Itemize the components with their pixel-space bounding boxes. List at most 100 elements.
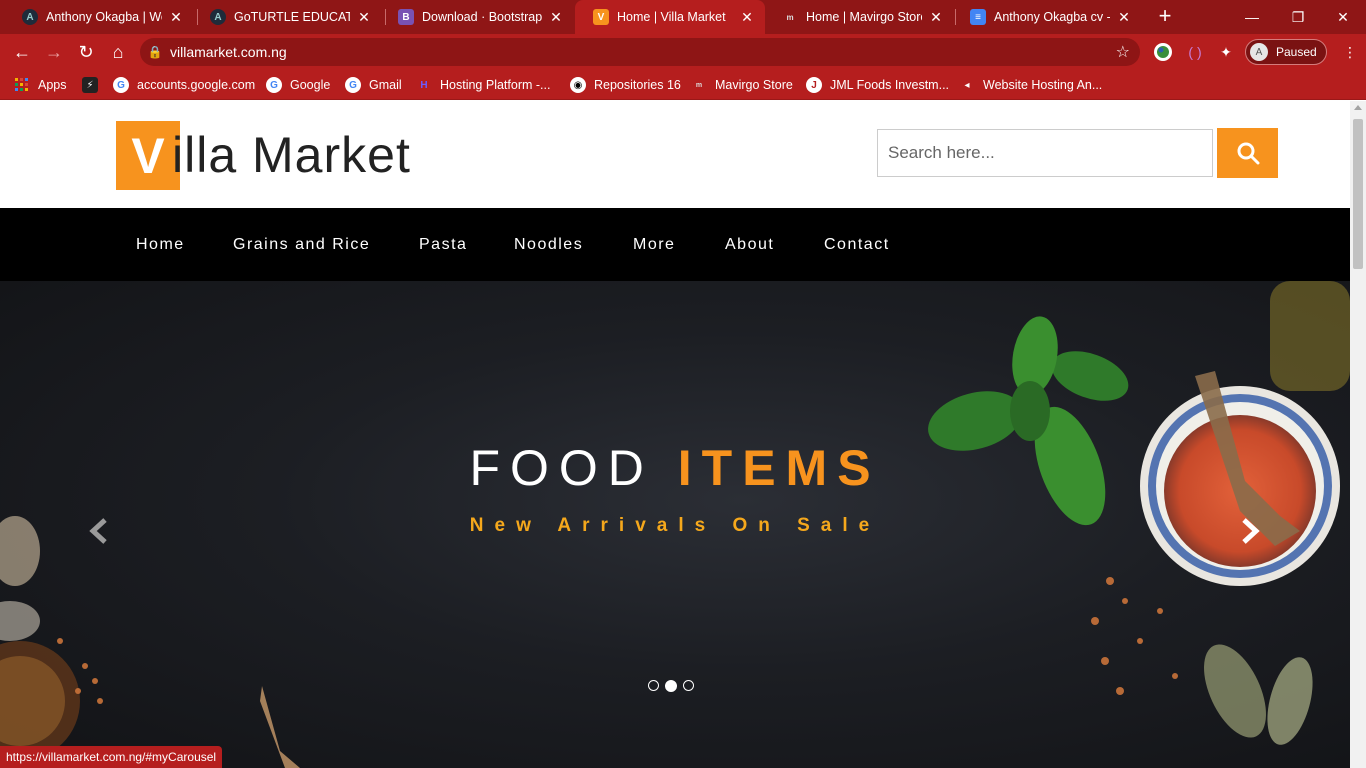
- tab-title: Anthony Okagba cv - G: [994, 10, 1110, 24]
- tab-3-active[interactable]: V Home | Villa Market ✕: [575, 0, 765, 34]
- close-icon[interactable]: ✕: [928, 9, 944, 26]
- restore-icon[interactable]: ❐: [1275, 0, 1321, 34]
- bookmark-label: accounts.google.com: [137, 78, 256, 92]
- tab-4[interactable]: m Home | Mavirgo Store ✕: [764, 0, 954, 34]
- close-icon[interactable]: ✕: [356, 9, 372, 26]
- close-icon[interactable]: ✕: [1116, 9, 1132, 26]
- tab-5[interactable]: ≡ Anthony Okagba cv - G ✕: [952, 0, 1142, 34]
- lock-icon[interactable]: 🔒: [140, 45, 170, 59]
- mavirgo-favicon-icon: m: [786, 12, 794, 22]
- search-icon: [1237, 142, 1259, 165]
- site-logo[interactable]: V illa Market: [116, 121, 411, 190]
- url-text: villamarket.com.ng: [170, 44, 287, 60]
- bootstrap-favicon-icon: B: [398, 9, 414, 25]
- bookmark-star-icon[interactable]: ☆: [1116, 42, 1130, 62]
- carousel-prev-arrow-icon[interactable]: [85, 516, 115, 546]
- bookmark-label: Website Hosting An...: [983, 78, 1103, 92]
- bookmark-label: Apps: [38, 78, 67, 92]
- page-scrollbar[interactable]: [1350, 101, 1366, 768]
- close-icon[interactable]: ✕: [739, 9, 755, 26]
- bookmark-repositories[interactable]: ◉ Repositories 16: [570, 70, 681, 100]
- scroll-up-arrow-icon[interactable]: [1354, 105, 1362, 110]
- bookmark-label: Mavirgo Store: [715, 78, 793, 92]
- nav-grains-and-rice[interactable]: Grains and Rice: [233, 208, 370, 281]
- window-close-icon[interactable]: ✕: [1320, 0, 1366, 34]
- carousel-dot-1[interactable]: [648, 680, 659, 691]
- close-icon[interactable]: ✕: [168, 9, 184, 26]
- link-status-bar: https://villamarket.com.ng/#myCarousel: [0, 746, 223, 768]
- address-bar[interactable]: 🔒 villamarket.com.ng ☆: [140, 38, 1140, 66]
- profile-status: Paused: [1276, 45, 1317, 59]
- jml-icon: J: [806, 77, 822, 93]
- tab-0[interactable]: A Anthony Okagba | Web ✕: [4, 0, 194, 34]
- bookmark-label: Gmail: [369, 78, 402, 92]
- avatar: A: [1250, 43, 1268, 61]
- bookmark-apps[interactable]: Apps: [14, 70, 67, 100]
- nav-more[interactable]: More: [633, 208, 675, 281]
- github-icon: ◉: [570, 77, 586, 93]
- logo-letter-box: V: [116, 121, 180, 190]
- reload-icon[interactable]: ↻: [74, 40, 98, 64]
- tab-title: Download · Bootstrap v: [422, 10, 542, 24]
- nav-contact[interactable]: Contact: [824, 208, 890, 281]
- logo-text: illa Market: [172, 127, 411, 183]
- villa-market-favicon-icon: V: [593, 9, 609, 25]
- bookmark-website-hosting[interactable]: ◂ Website Hosting An...: [959, 70, 1102, 100]
- hero-title: FOOD ITEMS: [0, 439, 1350, 497]
- hero-carousel: FOOD ITEMS New Arrivals On Sale: [0, 281, 1350, 768]
- hero-title-accent: ITEMS: [677, 440, 881, 496]
- scrollbar-thumb[interactable]: [1353, 119, 1363, 269]
- hero-subtitle: New Arrivals On Sale: [469, 515, 881, 536]
- carousel-next-arrow-icon[interactable]: [1234, 516, 1264, 546]
- home-icon[interactable]: ⌂: [106, 40, 130, 64]
- bookmark-gmail[interactable]: G Gmail: [345, 70, 402, 100]
- google-icon: G: [113, 77, 129, 93]
- menu-kebab-icon[interactable]: ⋮: [1338, 40, 1362, 64]
- minimize-icon[interactable]: —: [1229, 0, 1275, 34]
- carousel-dot-2-active[interactable]: [665, 680, 677, 692]
- google-icon: G: [345, 77, 361, 93]
- bookmark-mavirgo[interactable]: m Mavirgo Store: [691, 70, 793, 100]
- bookmark-dark-logo[interactable]: ⚡: [82, 70, 106, 100]
- hero-title-main: FOOD: [469, 440, 678, 496]
- tab-2[interactable]: B Download · Bootstrap v ✕: [380, 0, 574, 34]
- extension-globe-icon[interactable]: [1151, 40, 1175, 64]
- page-viewport: V illa Market Home Grains and Rice Pasta…: [0, 101, 1350, 768]
- nav-pasta[interactable]: Pasta: [419, 208, 467, 281]
- bookmarks-bar: Apps ⚡ G accounts.google.com G Google G …: [0, 70, 1366, 100]
- close-icon[interactable]: ✕: [548, 9, 564, 26]
- puzzle-extensions-icon[interactable]: ✦: [1214, 40, 1238, 64]
- profile-button[interactable]: A Paused: [1245, 39, 1327, 65]
- tab-1[interactable]: A GoTURTLE EDUCATION ✕: [192, 0, 382, 34]
- extension-brackets-icon[interactable]: ( ): [1183, 40, 1207, 64]
- nav-about[interactable]: About: [725, 208, 774, 281]
- search-button[interactable]: [1217, 128, 1278, 178]
- angular-favicon-icon: A: [22, 9, 38, 25]
- back-arrow-icon[interactable]: ←: [10, 40, 34, 64]
- bookmark-accounts-google[interactable]: G accounts.google.com: [113, 70, 255, 100]
- hosting-icon: H: [420, 79, 428, 91]
- tab-strip: A Anthony Okagba | Web ✕ A GoTURTLE EDUC…: [0, 0, 1366, 34]
- angular-favicon-icon: A: [210, 9, 226, 25]
- tab-title: Home | Villa Market: [617, 10, 726, 24]
- nav-noodles[interactable]: Noodles: [514, 208, 583, 281]
- forward-arrow-icon[interactable]: →: [42, 40, 66, 64]
- bookmark-label: JML Foods Investm...: [830, 78, 950, 92]
- new-tab-plus-icon[interactable]: +: [1153, 4, 1177, 28]
- google-docs-favicon-icon: ≡: [970, 9, 986, 25]
- bookmark-label: Hosting Platform -...: [440, 78, 551, 92]
- bookmark-hosting-platform[interactable]: H Hosting Platform -...: [416, 70, 550, 100]
- tab-title: Anthony Okagba | Web: [46, 10, 162, 24]
- hosting-red-icon: ◂: [964, 79, 970, 91]
- carousel-dot-3[interactable]: [683, 680, 694, 691]
- main-nav: Home Grains and Rice Pasta Noodles More …: [0, 208, 1350, 281]
- bookmark-google[interactable]: G Google: [266, 70, 330, 100]
- dark-logo-icon: ⚡: [82, 77, 98, 93]
- google-icon: G: [266, 77, 282, 93]
- search-input[interactable]: [877, 129, 1213, 177]
- tab-title: GoTURTLE EDUCATION: [234, 10, 350, 24]
- bookmark-label: Google: [290, 78, 331, 92]
- bookmark-jml-foods[interactable]: J JML Foods Investm...: [806, 70, 949, 100]
- nav-home[interactable]: Home: [136, 208, 185, 281]
- tab-title: Home | Mavirgo Store: [806, 10, 922, 24]
